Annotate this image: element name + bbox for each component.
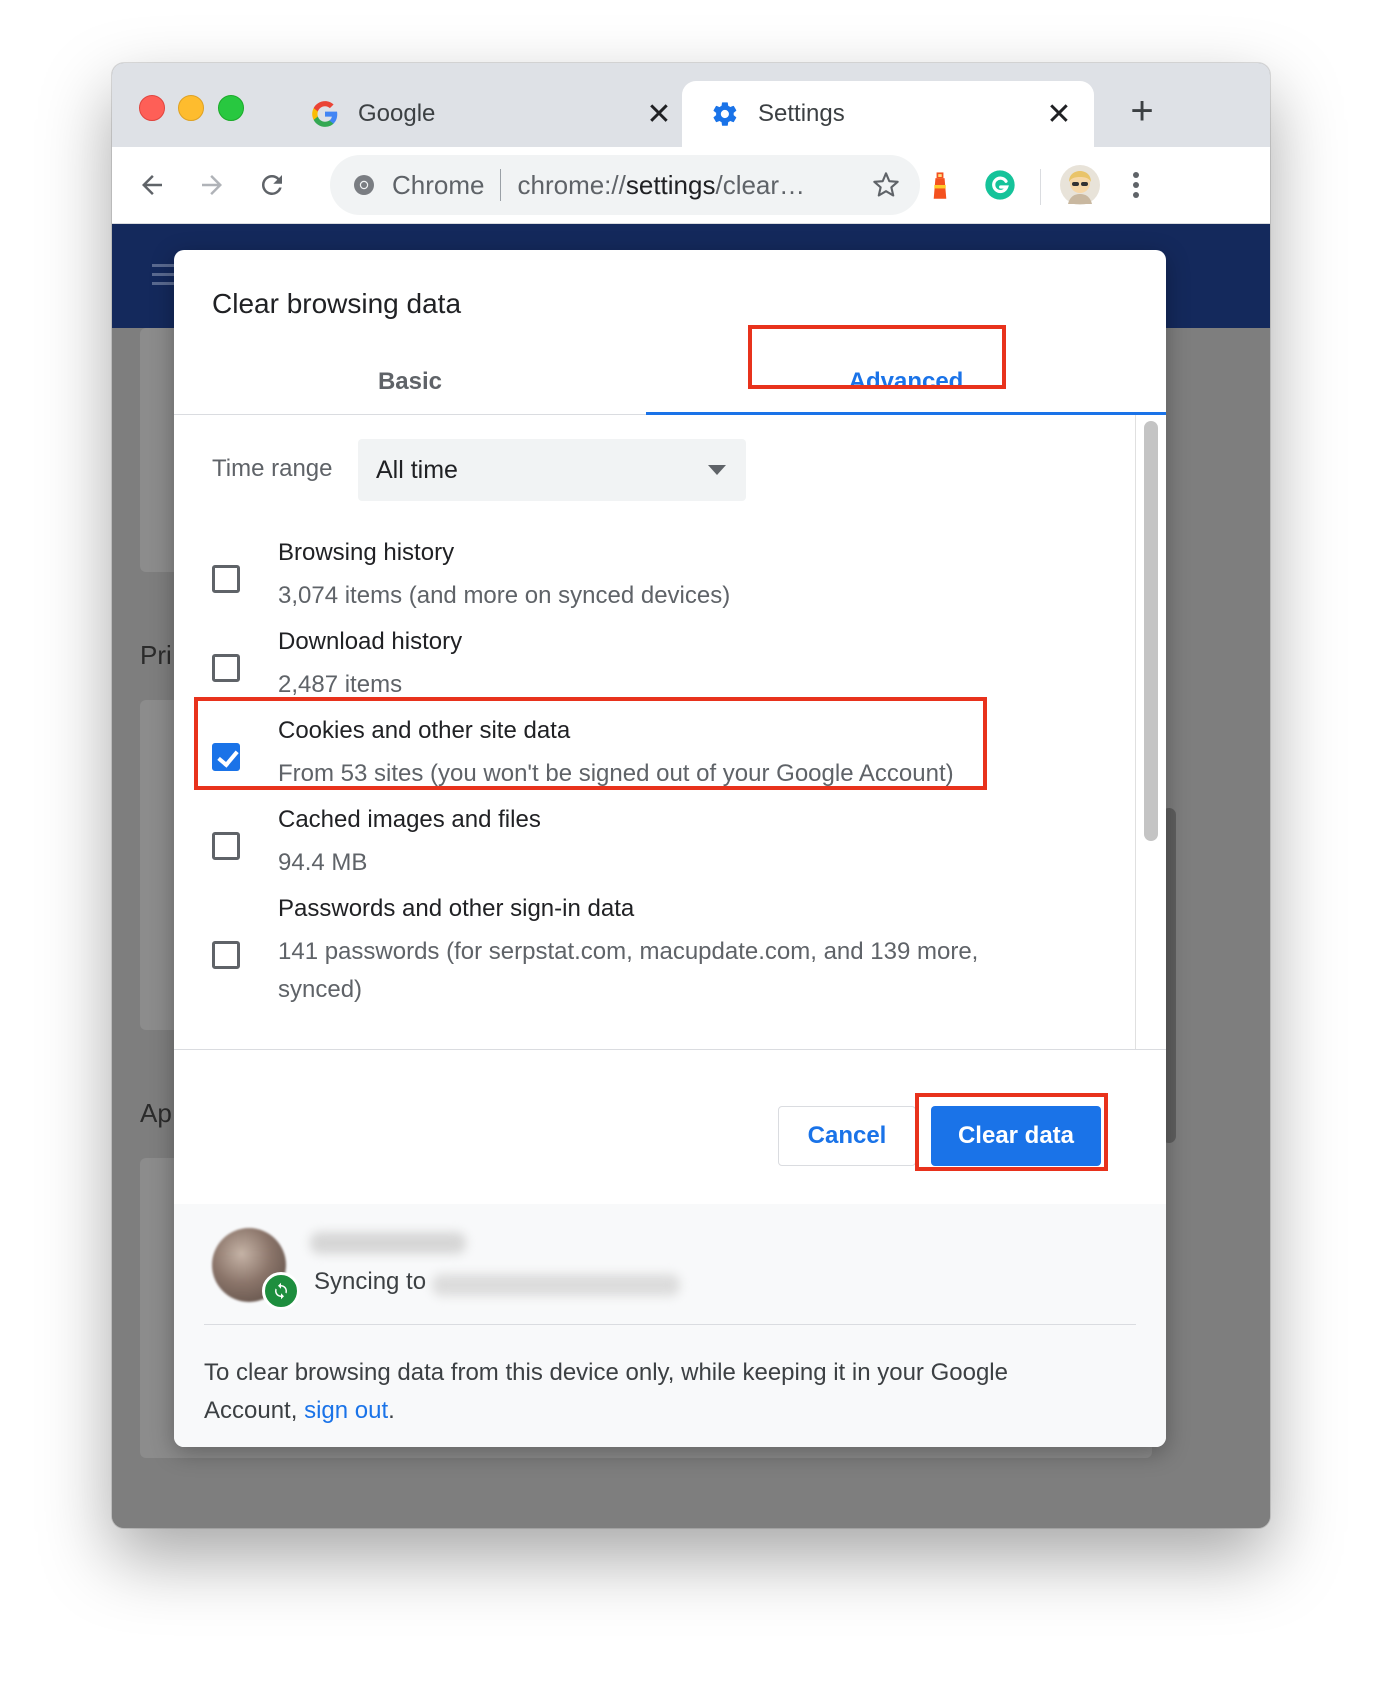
tab-strip: Google ✕ Settings ✕ + xyxy=(112,63,1270,147)
item-title: Passwords and other sign-in data xyxy=(278,895,635,922)
omnibox-separator xyxy=(500,169,502,201)
minimize-window-button[interactable] xyxy=(178,95,204,121)
blurred-account-email xyxy=(432,1274,680,1296)
time-range-value: All time xyxy=(376,455,458,484)
url-scheme: chrome:// xyxy=(517,169,626,200)
forward-arrow-icon[interactable] xyxy=(192,165,232,205)
browsing-history-checkbox[interactable] xyxy=(212,565,240,593)
clear-browsing-data-dialog: Clear browsing data Basic Advanced Time … xyxy=(174,250,1166,1447)
tab-advanced[interactable]: Advanced xyxy=(646,350,1166,415)
url-host: settings xyxy=(625,169,716,200)
list-item-passwords[interactable]: Passwords and other sign-in data 141 pas… xyxy=(174,895,1114,1025)
item-subtitle: 141 passwords (for serpstat.com, macupda… xyxy=(278,938,979,1003)
chrome-chip-label: Chrome xyxy=(392,169,485,200)
data-type-list: Time range All time Browsing history 3,0… xyxy=(174,415,1166,1049)
back-arrow-icon[interactable] xyxy=(132,165,172,205)
list-item-download-history[interactable]: Download history 2,487 items xyxy=(174,628,1114,718)
item-title: Cached images and files xyxy=(278,806,541,833)
reload-icon[interactable] xyxy=(252,165,292,205)
close-window-button[interactable] xyxy=(139,95,165,121)
tab-advanced-label: Advanced xyxy=(848,368,964,395)
dropdown-caret-icon xyxy=(708,465,726,475)
toolbar-separator xyxy=(1040,169,1041,205)
time-range-select[interactable]: All time xyxy=(358,439,746,501)
item-title: Download history xyxy=(278,628,463,655)
list-item-browsing-history[interactable]: Browsing history 3,074 items (and more o… xyxy=(174,539,1114,629)
sync-icon xyxy=(262,1272,300,1310)
sign-out-link[interactable]: sign out xyxy=(304,1397,388,1424)
more-menu-icon[interactable] xyxy=(1116,165,1156,205)
clear-data-button[interactable]: Clear data xyxy=(931,1106,1101,1166)
tab-google[interactable]: Google ✕ xyxy=(282,81,694,147)
item-subtitle: 3,074 items (and more on synced devices) xyxy=(278,582,731,609)
grammarly-extension-icon[interactable] xyxy=(980,165,1020,205)
tab-title: Settings xyxy=(758,100,845,127)
google-g-icon xyxy=(310,99,340,129)
url-text: chrome://settings/clear… xyxy=(517,170,805,201)
bookmark-star-icon[interactable] xyxy=(870,169,902,201)
close-icon[interactable]: ✕ xyxy=(644,98,674,131)
syncing-label: Syncing to xyxy=(314,1268,427,1295)
close-icon[interactable]: ✕ xyxy=(1044,98,1074,131)
time-range-label: Time range xyxy=(212,455,333,482)
item-title: Browsing history xyxy=(278,539,455,566)
cookies-checkbox[interactable] xyxy=(212,743,240,771)
cached-images-checkbox[interactable] xyxy=(212,832,240,860)
cancel-button[interactable]: Cancel xyxy=(778,1106,916,1166)
item-subtitle: 94.4 MB xyxy=(278,849,368,876)
sign-out-note: To clear browsing data from this device … xyxy=(204,1354,1104,1430)
tab-basic[interactable]: Basic xyxy=(174,350,646,414)
divider xyxy=(174,1049,1166,1050)
gear-icon xyxy=(710,99,740,129)
background-section-title: Pri xyxy=(140,640,172,670)
lighthouse-extension-icon[interactable] xyxy=(920,165,960,205)
address-bar[interactable]: Chrome chrome://settings/clear… xyxy=(330,155,920,215)
chrome-logo-icon xyxy=(352,172,378,198)
dialog-scrollbar[interactable] xyxy=(1144,421,1158,841)
scrollbar-gutter xyxy=(1135,415,1136,1049)
item-title: Cookies and other site data xyxy=(278,717,571,744)
divider xyxy=(204,1324,1136,1325)
profile-avatar-icon[interactable] xyxy=(1058,163,1102,207)
new-tab-button[interactable]: + xyxy=(1122,89,1162,133)
tab-title: Google xyxy=(358,100,436,127)
sync-footer: Syncing to To clear browsing data from t… xyxy=(174,1204,1166,1447)
url-path: /clear… xyxy=(715,169,806,200)
download-history-checkbox[interactable] xyxy=(212,654,240,682)
passwords-checkbox[interactable] xyxy=(212,941,240,969)
toolbar: Chrome chrome://settings/clear… xyxy=(112,147,1270,224)
item-subtitle: 2,487 items xyxy=(278,671,403,698)
dialog-tabs: Basic Advanced xyxy=(174,350,1166,415)
hamburger-icon xyxy=(152,264,176,286)
background-section-title: Ap xyxy=(140,1098,172,1128)
item-subtitle: From 53 sites (you won't be signed out o… xyxy=(278,760,954,787)
tab-settings[interactable]: Settings ✕ xyxy=(682,81,1094,147)
maximize-window-button[interactable] xyxy=(218,95,244,121)
list-item-cookies[interactable]: Cookies and other site data From 53 site… xyxy=(174,717,1114,807)
list-item-cached-images[interactable]: Cached images and files 94.4 MB xyxy=(174,806,1114,896)
blurred-account-name xyxy=(310,1232,466,1254)
note-suffix: . xyxy=(388,1397,395,1424)
dialog-title: Clear browsing data xyxy=(212,288,462,319)
